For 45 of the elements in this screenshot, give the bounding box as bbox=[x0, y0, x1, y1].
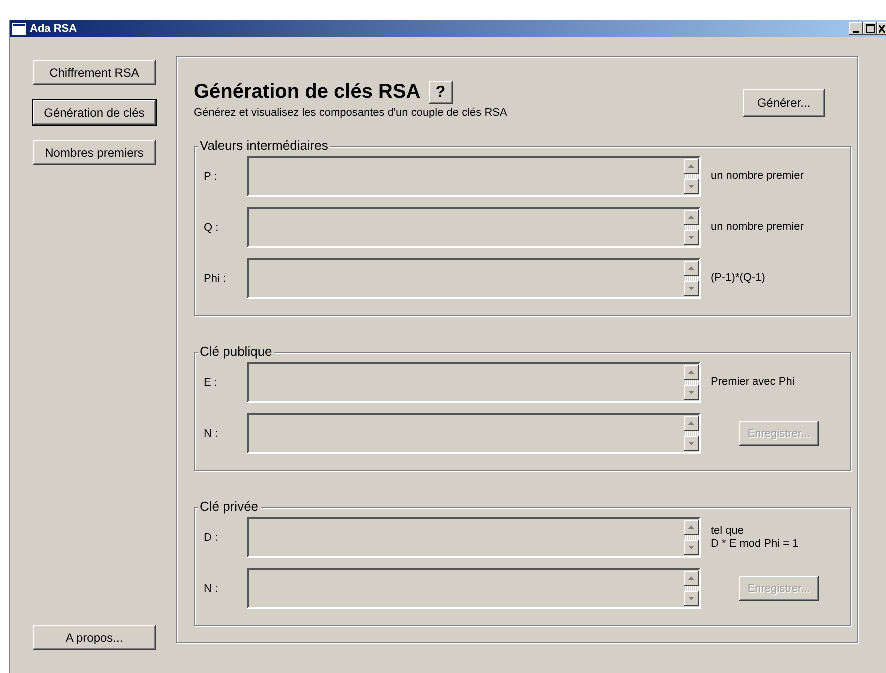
text-area-field[interactable] bbox=[247, 258, 701, 299]
scrollbar[interactable] bbox=[684, 209, 699, 246]
window-title: Ada RSA bbox=[30, 22, 78, 34]
group-title: Clé publique bbox=[198, 344, 274, 359]
nav-button[interactable]: Génération de clés bbox=[33, 100, 156, 125]
field-label: P : bbox=[203, 170, 218, 182]
maximize-button[interactable] bbox=[863, 22, 877, 35]
text-area-field[interactable] bbox=[247, 156, 701, 197]
field-label: E : bbox=[203, 376, 218, 388]
field-label: D : bbox=[203, 532, 220, 544]
close-icon bbox=[879, 24, 885, 32]
text-area-field[interactable] bbox=[247, 568, 701, 609]
scrollbar[interactable] bbox=[684, 158, 699, 195]
field-hint: tel que D * E mod Phi = 1 bbox=[711, 524, 799, 550]
maximize-icon bbox=[866, 24, 874, 33]
text-area-field[interactable] bbox=[247, 413, 701, 454]
scrollbar[interactable] bbox=[684, 570, 699, 607]
field-label: Q : bbox=[203, 222, 220, 234]
field-label: N : bbox=[203, 582, 220, 594]
text-area-field[interactable] bbox=[247, 517, 701, 558]
scrollbar[interactable] bbox=[684, 260, 699, 297]
group-title: Clé privée bbox=[198, 499, 261, 514]
page-title: Génération de clés RSA bbox=[194, 81, 421, 104]
field-label: N : bbox=[203, 428, 220, 440]
field-hint: un nombre premier bbox=[711, 170, 804, 183]
scrollbar[interactable] bbox=[684, 364, 699, 401]
nav-button[interactable]: Nombres premiers bbox=[33, 140, 156, 165]
scrollbar[interactable] bbox=[684, 519, 699, 556]
text-area-field[interactable] bbox=[247, 207, 701, 248]
field-hint: un nombre premier bbox=[711, 221, 804, 234]
close-button[interactable] bbox=[877, 22, 886, 35]
field-label: Phi : bbox=[203, 272, 228, 284]
generate-button[interactable]: Générer... bbox=[743, 89, 825, 117]
field-hint: Premier avec Phi bbox=[711, 376, 795, 389]
about-button[interactable]: A propos... bbox=[33, 625, 156, 650]
field-hint: (P-1)*(Q-1) bbox=[711, 272, 766, 285]
scrollbar[interactable] bbox=[684, 415, 699, 452]
nav-button[interactable]: Chiffrement RSA bbox=[33, 60, 156, 85]
group-title: Valeurs intermédiaires bbox=[198, 138, 330, 153]
minimize-icon bbox=[853, 30, 859, 32]
minimize-button[interactable] bbox=[849, 22, 863, 35]
help-button[interactable]: ? bbox=[428, 81, 453, 104]
window-icon bbox=[12, 22, 26, 34]
page-subtitle: Générez et visualisez les composantes d'un couple de clés RSA bbox=[194, 107, 508, 119]
text-area-field[interactable] bbox=[247, 362, 701, 403]
